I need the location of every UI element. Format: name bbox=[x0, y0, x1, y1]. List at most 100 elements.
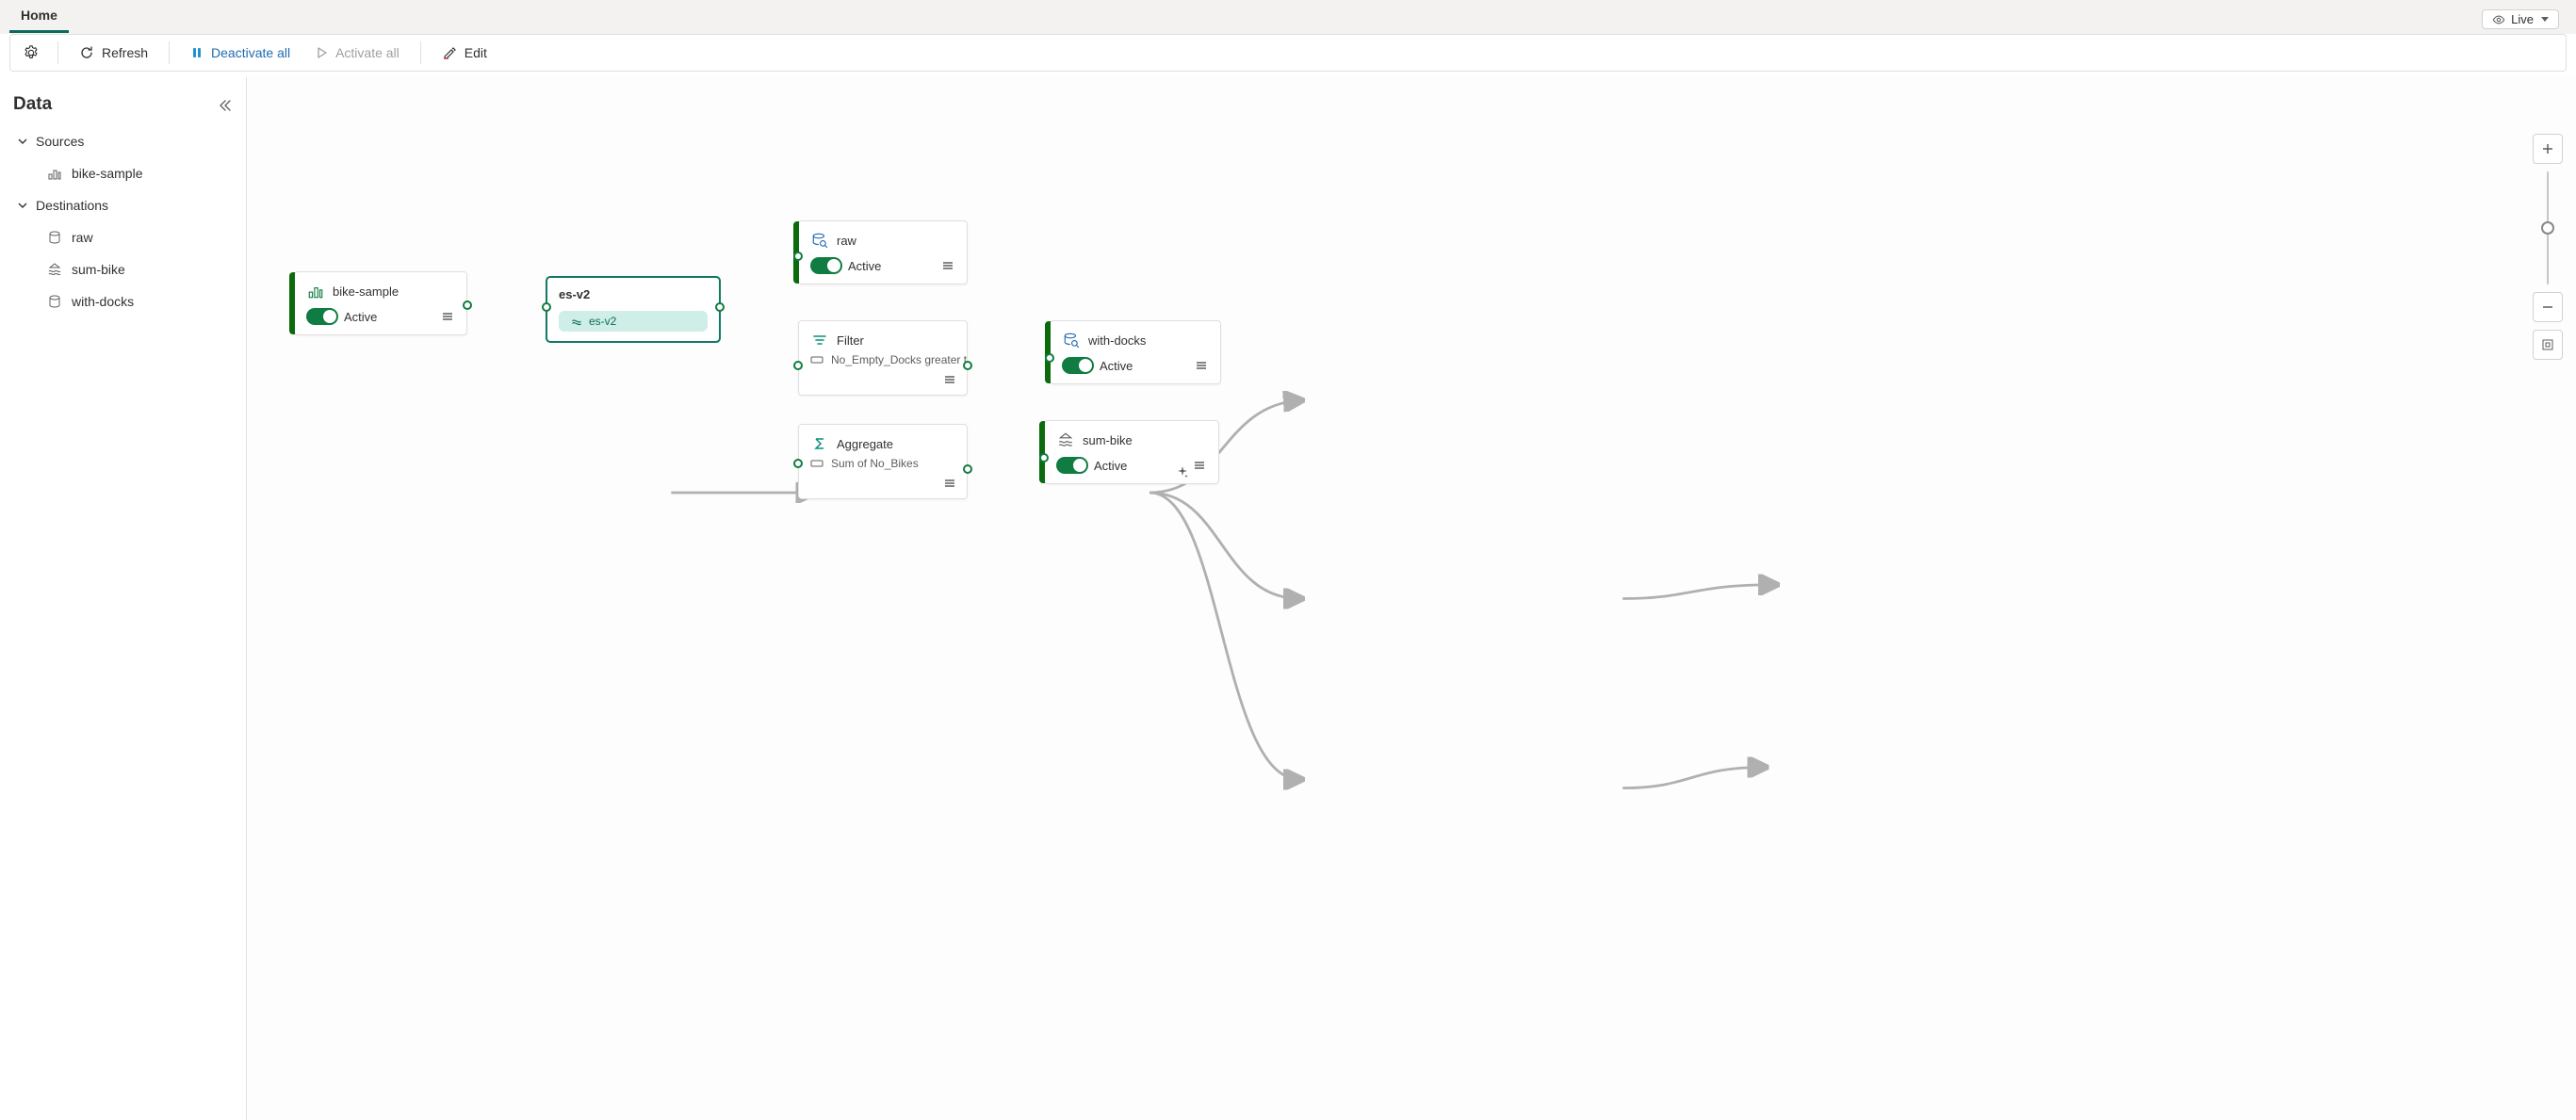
node-menu[interactable] bbox=[942, 476, 957, 491]
active-toggle[interactable] bbox=[1056, 457, 1088, 474]
zoom-controls bbox=[2533, 134, 2563, 360]
aggregate-detail: Sum of No_Bikes bbox=[831, 457, 919, 470]
node-with-docks[interactable]: with-docks Active bbox=[1050, 320, 1221, 384]
menu-icon bbox=[1195, 359, 1208, 372]
port-out[interactable] bbox=[963, 361, 972, 370]
sidebar-item-with-docks[interactable]: with-docks bbox=[13, 288, 233, 315]
node-raw[interactable]: raw Active bbox=[798, 220, 968, 284]
port-in[interactable] bbox=[542, 302, 551, 312]
main: Data Sources bike-sample Destinations ra… bbox=[0, 77, 2576, 1120]
port-out[interactable] bbox=[963, 464, 972, 474]
sidebar-item-label: raw bbox=[72, 230, 93, 245]
active-toggle[interactable] bbox=[1062, 357, 1094, 374]
node-es-v2[interactable]: es-v2 es-v2 bbox=[546, 277, 720, 342]
refresh-icon bbox=[79, 45, 94, 60]
menu-icon bbox=[441, 310, 454, 323]
chevron-down-icon bbox=[17, 200, 28, 211]
play-icon bbox=[315, 46, 328, 59]
node-menu[interactable] bbox=[440, 309, 455, 324]
chevrons-left-icon bbox=[218, 98, 233, 113]
edit-button[interactable]: Edit bbox=[432, 38, 497, 68]
status-label: Active bbox=[1100, 359, 1133, 373]
node-menu[interactable] bbox=[942, 372, 957, 387]
chevron-down-icon bbox=[2541, 17, 2549, 22]
filter-icon bbox=[810, 331, 829, 349]
active-toggle[interactable] bbox=[810, 257, 842, 274]
plus-icon bbox=[2541, 142, 2554, 155]
node-title: raw bbox=[837, 234, 856, 248]
sources-label: Sources bbox=[36, 134, 84, 149]
sidebar-title: Data bbox=[13, 94, 233, 115]
sparkle-icon bbox=[1177, 466, 1188, 478]
transform-chip[interactable]: es-v2 bbox=[559, 311, 708, 332]
sources-section[interactable]: Sources bbox=[13, 128, 233, 154]
live-label: Live bbox=[2511, 12, 2534, 26]
node-menu[interactable] bbox=[1194, 358, 1209, 373]
active-toggle[interactable] bbox=[306, 308, 338, 325]
status-label: Active bbox=[848, 259, 881, 273]
edit-icon bbox=[442, 45, 457, 60]
zoom-in-button[interactable] bbox=[2533, 134, 2563, 164]
chip-label: es-v2 bbox=[589, 315, 616, 328]
status-label: Active bbox=[344, 310, 377, 324]
port-in[interactable] bbox=[1039, 453, 1049, 463]
command-bar: Refresh Deactivate all Activate all Edit bbox=[9, 34, 2567, 72]
database-search-icon bbox=[1062, 331, 1081, 349]
activate-all-label: Activate all bbox=[335, 45, 399, 60]
filter-detail: No_Empty_Docks greater t... bbox=[831, 353, 967, 366]
menu-icon bbox=[941, 259, 954, 272]
sidebar-item-sum-bike[interactable]: sum-bike bbox=[13, 256, 233, 283]
zoom-out-button[interactable] bbox=[2533, 292, 2563, 322]
lakehouse-icon bbox=[47, 262, 62, 277]
status-label: Active bbox=[1094, 459, 1127, 473]
tab-home[interactable]: Home bbox=[9, 2, 69, 33]
port-in[interactable] bbox=[793, 459, 803, 468]
gear-icon bbox=[23, 44, 40, 61]
bar-chart-icon bbox=[306, 282, 325, 300]
sidebar: Data Sources bike-sample Destinations ra… bbox=[0, 77, 247, 1120]
bar-chart-icon bbox=[47, 166, 62, 181]
port-in[interactable] bbox=[1045, 353, 1054, 363]
refresh-button[interactable]: Refresh bbox=[70, 38, 157, 68]
activate-all-button[interactable]: Activate all bbox=[305, 38, 409, 68]
sidebar-item-label: with-docks bbox=[72, 294, 134, 309]
node-title: sum-bike bbox=[1083, 433, 1133, 447]
node-sum-bike[interactable]: sum-bike Active bbox=[1044, 420, 1219, 484]
edit-label: Edit bbox=[465, 45, 487, 60]
sidebar-item-label: bike-sample bbox=[72, 166, 142, 181]
edges bbox=[247, 77, 2576, 1120]
refresh-label: Refresh bbox=[102, 45, 148, 60]
port-in[interactable] bbox=[793, 361, 803, 370]
node-bike-sample[interactable]: bike-sample Active bbox=[294, 271, 467, 335]
node-menu[interactable] bbox=[940, 258, 955, 273]
menu-icon bbox=[943, 373, 956, 386]
fit-to-screen-button[interactable] bbox=[2533, 330, 2563, 360]
sidebar-item-raw[interactable]: raw bbox=[13, 224, 233, 251]
node-menu[interactable] bbox=[1192, 458, 1207, 473]
database-icon bbox=[47, 230, 62, 245]
zoom-slider-thumb[interactable] bbox=[2541, 221, 2554, 235]
zoom-slider[interactable] bbox=[2547, 171, 2549, 284]
settings-button[interactable] bbox=[16, 38, 46, 68]
fit-icon bbox=[2541, 338, 2554, 351]
destinations-section[interactable]: Destinations bbox=[13, 192, 233, 219]
node-title: bike-sample bbox=[333, 284, 399, 299]
port-in[interactable] bbox=[793, 252, 803, 261]
collapse-sidebar-button[interactable] bbox=[218, 98, 233, 113]
chevron-down-icon bbox=[17, 136, 28, 147]
canvas[interactable]: bike-sample Active es-v2 es-v2 bbox=[247, 77, 2576, 1120]
database-icon bbox=[47, 294, 62, 309]
database-search-icon bbox=[810, 231, 829, 250]
port-out[interactable] bbox=[463, 300, 472, 310]
node-title: es-v2 bbox=[559, 287, 590, 301]
sigma-icon bbox=[810, 434, 829, 453]
node-aggregate[interactable]: Aggregate Sum of No_Bikes bbox=[798, 424, 968, 499]
deactivate-all-label: Deactivate all bbox=[211, 45, 290, 60]
sidebar-item-bike-sample[interactable]: bike-sample bbox=[13, 160, 233, 187]
port-out[interactable] bbox=[715, 302, 725, 312]
destinations-label: Destinations bbox=[36, 198, 108, 213]
deactivate-all-button[interactable]: Deactivate all bbox=[181, 38, 300, 68]
node-title: Aggregate bbox=[837, 437, 893, 451]
live-mode-dropdown[interactable]: Live bbox=[2482, 9, 2559, 29]
node-filter[interactable]: Filter No_Empty_Docks greater t... bbox=[798, 320, 968, 396]
